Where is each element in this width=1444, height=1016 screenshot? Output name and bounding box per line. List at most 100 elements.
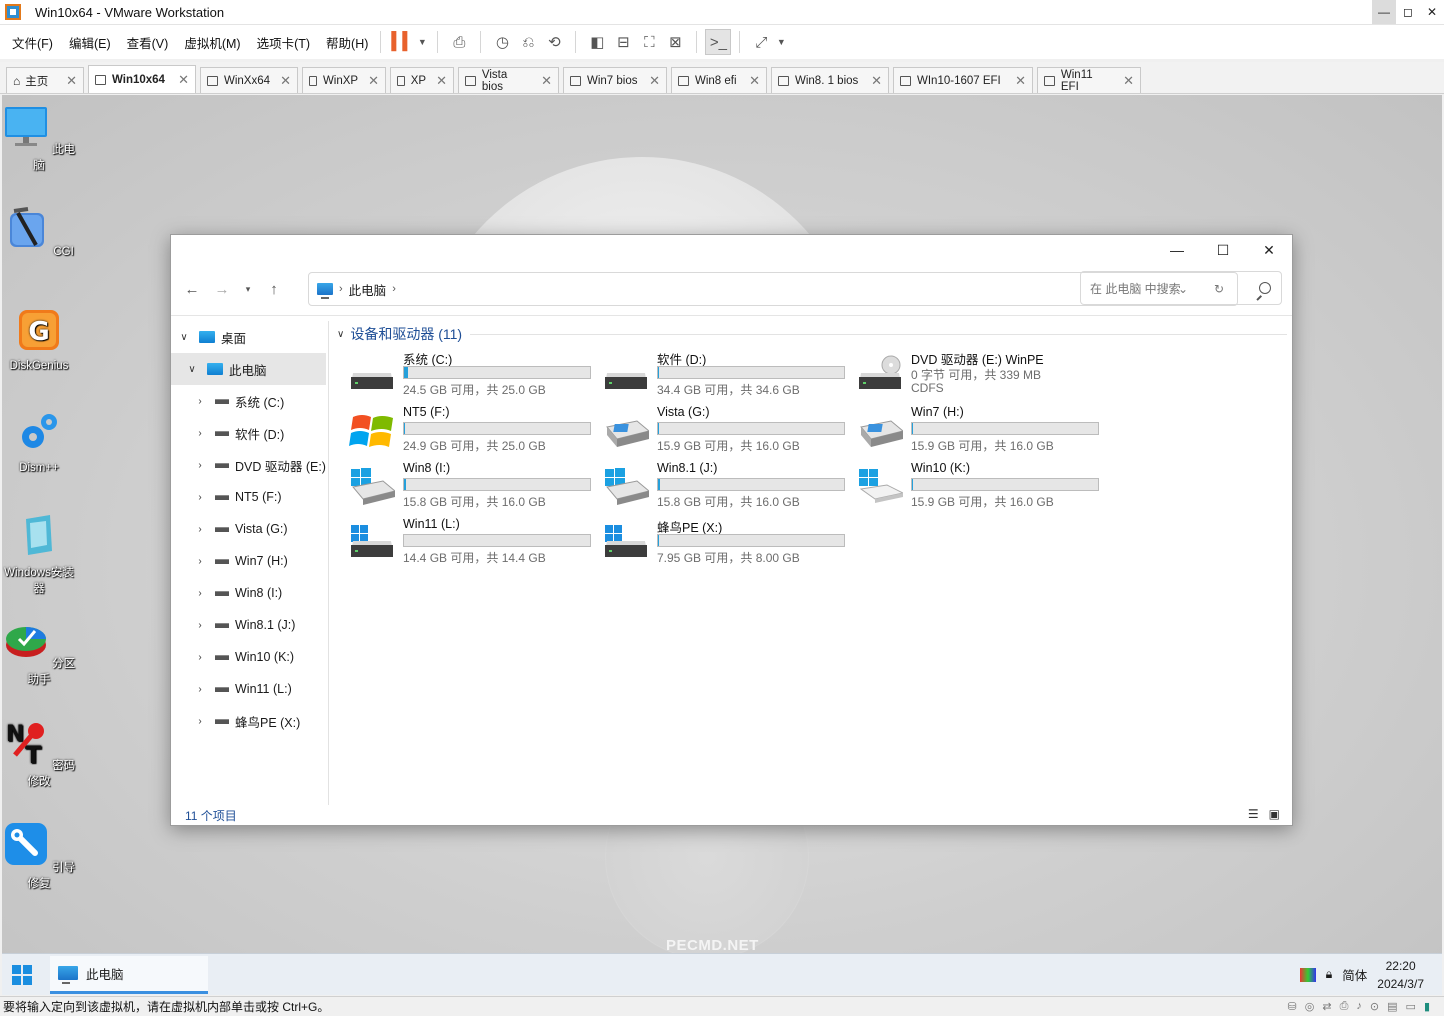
revert-snapshot-icon[interactable]: ⎌: [515, 29, 541, 55]
chevron-right-icon[interactable]: ›: [193, 460, 207, 471]
close-tab-icon[interactable]: ✕: [531, 73, 552, 89]
drive-tile-l[interactable]: Win11 (L:) 14.4 GB 可用，共 14.4 GB: [349, 517, 599, 567]
tree-item-drive-e[interactable]: › DVD 驱动器 (E:): [171, 449, 328, 481]
menu-help[interactable]: 帮助(H): [326, 33, 368, 52]
recent-chevron-icon[interactable]: ▾: [237, 284, 259, 295]
menu-vm[interactable]: 虚拟机(M): [184, 33, 240, 52]
minimize-button[interactable]: —: [1372, 0, 1396, 24]
start-button[interactable]: [2, 955, 42, 995]
sound-icon[interactable]: ♪: [1356, 1000, 1362, 1013]
pause-icon[interactable]: ▍▍: [389, 29, 415, 55]
menu-edit[interactable]: 编辑(E): [69, 33, 111, 52]
close-button[interactable]: ✕: [1420, 0, 1444, 24]
chevron-down-icon[interactable]: ∨: [337, 329, 344, 340]
chevron-down-icon[interactable]: ▼: [774, 29, 788, 55]
cd-rom-icon[interactable]: ◎: [1305, 1000, 1315, 1013]
chevron-right-icon[interactable]: ›: [193, 684, 207, 695]
send-ctrl-alt-del-icon[interactable]: ⎙: [446, 29, 472, 55]
explorer-maximize-button[interactable]: ☐: [1200, 235, 1246, 265]
tab-home[interactable]: ⌂ 主页 ✕: [6, 67, 84, 93]
desktop-icon-cgi[interactable]: CGI: [2, 205, 76, 258]
close-tab-icon[interactable]: ✕: [270, 73, 291, 89]
printer2-icon[interactable]: ▤: [1387, 1000, 1397, 1013]
tab-win11-efi[interactable]: Win11 EFI ✕: [1037, 67, 1141, 93]
close-tab-icon[interactable]: ✕: [639, 73, 660, 89]
drive-tile-e[interactable]: DVD 驱动器 (E:) WinPE 0 字节 可用，共 339 MB CDFS: [857, 349, 1107, 399]
thumbnail-view-icon[interactable]: ⊟: [610, 29, 636, 55]
tab-vista-bios[interactable]: Vista bios ✕: [458, 67, 559, 93]
close-tab-icon[interactable]: ✕: [1113, 73, 1134, 89]
explorer-close-button[interactable]: ✕: [1246, 235, 1292, 265]
chevron-right-icon[interactable]: ›: [193, 716, 207, 727]
tab-win10-1607-efi[interactable]: WIn10-1607 EFI ✕: [893, 67, 1033, 93]
explorer-window[interactable]: — ☐ ✕ ← → ▾ ↑ › 此电脑 › ⌄ ↻ 在 此电脑 中搜索 ∨ 桌面…: [170, 234, 1293, 826]
tree-item-drive-j[interactable]: › Win8.1 (J:): [171, 609, 328, 641]
tree-item-drive-l[interactable]: › Win11 (L:): [171, 673, 328, 705]
close-tab-icon[interactable]: ✕: [1005, 73, 1026, 89]
display-icon[interactable]: ▭: [1406, 1000, 1416, 1013]
ime-indicator[interactable]: 简体: [1342, 965, 1367, 984]
close-tab-icon[interactable]: ✕: [739, 73, 760, 89]
maximize-button[interactable]: ◻: [1396, 0, 1420, 24]
tree-item-drive-d[interactable]: › 软件 (D:): [171, 417, 328, 449]
tab-win8-efi[interactable]: Win8 efi ✕: [671, 67, 767, 93]
close-tab-icon[interactable]: ✕: [56, 73, 77, 89]
desktop-icon-password-reset[interactable]: N T 密码修改: [2, 719, 76, 789]
search-input[interactable]: 在 此电脑 中搜索: [1090, 280, 1181, 297]
menu-file[interactable]: 文件(F): [12, 33, 53, 52]
up-arrow-icon[interactable]: ↑: [259, 281, 289, 298]
snapshot-icon[interactable]: ◷: [489, 29, 515, 55]
drive-tile-j[interactable]: Win8.1 (J:) 15.8 GB 可用，共 16.0 GB: [603, 461, 853, 511]
close-tab-icon[interactable]: ✕: [861, 73, 882, 89]
desktop-icon-boot-repair[interactable]: 引导修复: [2, 821, 76, 891]
breadcrumb-this-pc[interactable]: 此电脑: [349, 280, 387, 299]
search-box[interactable]: 在 此电脑 中搜索: [1080, 271, 1282, 305]
message-log-icon[interactable]: ▮: [1424, 1000, 1430, 1013]
tree-item-drive-f[interactable]: › NT5 (F:): [171, 481, 328, 513]
chevron-down-icon[interactable]: ∨: [177, 332, 191, 343]
display-settings-icon[interactable]: [1299, 967, 1316, 982]
chevron-right-icon[interactable]: ›: [193, 652, 207, 663]
tab-win10x64[interactable]: Win10x64 ✕: [88, 65, 196, 93]
network-icon[interactable]: ⇄: [1322, 1000, 1331, 1013]
tree-item-drive-c[interactable]: › 系统 (C:): [171, 385, 328, 417]
menu-view[interactable]: 查看(V): [127, 33, 169, 52]
drive-tile-k[interactable]: Win10 (K:) 15.9 GB 可用，共 16.0 GB: [857, 461, 1107, 511]
console-view-icon[interactable]: >_: [705, 29, 732, 55]
chevron-right-icon[interactable]: ›: [193, 396, 207, 407]
explorer-minimize-button[interactable]: —: [1154, 235, 1200, 265]
tree-item-drive-x[interactable]: › 蜂鸟PE (X:): [171, 705, 328, 737]
tree-item-drive-h[interactable]: › Win7 (H:): [171, 545, 328, 577]
desktop-icon-partition-assistant[interactable]: 分区助手: [2, 617, 76, 687]
stretch-guest-icon[interactable]: ⤢: [748, 29, 774, 55]
details-view-icon[interactable]: ☰: [1248, 807, 1259, 821]
close-tab-icon[interactable]: ✕: [426, 73, 447, 89]
chevron-right-icon[interactable]: ›: [193, 428, 207, 439]
tree-item-desktop[interactable]: ∨ 桌面: [171, 321, 328, 353]
library-view-icon[interactable]: ◧: [584, 29, 610, 55]
chevron-right-icon[interactable]: ›: [193, 492, 207, 503]
chevron-right-icon[interactable]: ›: [193, 588, 207, 599]
drive-tile-g[interactable]: Vista (G:) 15.9 GB 可用，共 16.0 GB: [603, 405, 853, 455]
drive-tile-d[interactable]: 软件 (D:) 34.4 GB 可用，共 34.6 GB: [603, 349, 853, 399]
desktop-icon-diskgenius[interactable]: G DiskGenius: [2, 307, 76, 372]
desktop-icon-dism[interactable]: Dism++: [2, 409, 76, 474]
tab-winxx64[interactable]: WinXx64 ✕: [200, 67, 298, 93]
chevron-down-icon[interactable]: ▼: [415, 29, 429, 55]
tree-item-drive-i[interactable]: › Win8 (I:): [171, 577, 328, 609]
desktop-icon-this-pc[interactable]: 此电脑: [2, 103, 76, 173]
drive-tile-i[interactable]: Win8 (I:) 15.8 GB 可用，共 16.0 GB: [349, 461, 599, 511]
unity-icon[interactable]: ⊠: [662, 29, 688, 55]
drive-tile-x[interactable]: 蜂鸟PE (X:) 7.95 GB 可用，共 8.00 GB: [603, 517, 853, 567]
tab-win81-bios[interactable]: Win8. 1 bios ✕: [771, 67, 889, 93]
lock-icon[interactable]: 🔒︎: [1326, 967, 1333, 982]
full-screen-icon[interactable]: ⛶: [636, 29, 662, 55]
printer-icon[interactable]: ⎙: [1340, 1000, 1349, 1013]
breadcrumb-chevron-icon[interactable]: ›: [339, 283, 343, 295]
chevron-right-icon[interactable]: ›: [193, 524, 207, 535]
tree-item-this-pc[interactable]: ∨ 此电脑: [171, 353, 326, 385]
clock[interactable]: 22:20 2024/3/7: [1377, 957, 1424, 993]
close-tab-icon[interactable]: ✕: [358, 73, 379, 89]
menu-tabs[interactable]: 选项卡(T): [257, 33, 310, 52]
snapshot-manager-icon[interactable]: ⟲: [541, 29, 567, 55]
